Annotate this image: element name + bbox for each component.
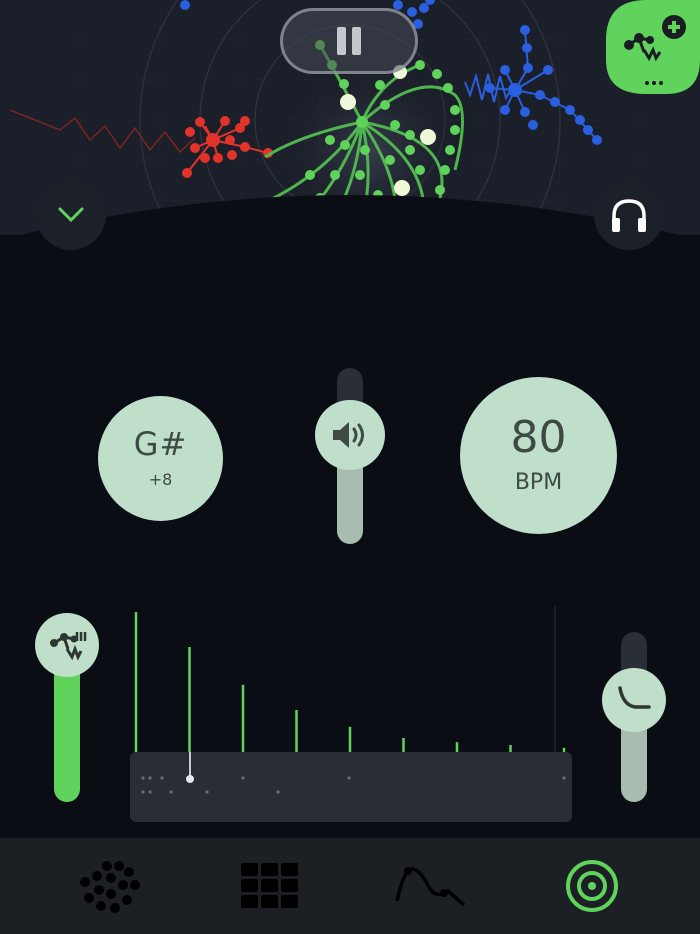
chevron-down-icon [58,207,84,223]
pause-button[interactable] [280,8,418,74]
harmonics-cursor-handle[interactable] [186,775,194,783]
speaker-icon [333,422,364,448]
add-network-button[interactable] [606,0,700,94]
pause-icon [337,27,361,55]
volume-knob[interactable] [315,400,385,470]
pitch-button[interactable]: G# +8 [98,396,223,521]
collapse-button[interactable] [36,180,106,250]
network-wave-icon [50,632,87,661]
curve-icon [394,867,465,907]
pitch-cents-label: +8 [148,470,173,489]
grid-icon [240,863,298,908]
pitch-note-label: G# [133,425,188,463]
harmonics-spectrum [130,606,572,822]
tempo-value-label: 80 [510,412,567,463]
tab-network[interactable] [22,838,197,934]
tab-grid[interactable] [182,838,357,934]
headphones-icon [612,199,646,232]
tempo-unit-label: BPM [514,470,563,495]
density-slider-fill [54,658,80,802]
decay-curve-icon [618,686,651,709]
tab-curve[interactable] [342,838,517,934]
tab-bar [0,838,700,934]
dots-cluster-icon [79,861,140,913]
headphones-button[interactable] [594,180,664,250]
tab-target[interactable] [504,838,679,934]
target-icon [565,860,618,912]
harmonics-panel[interactable] [130,606,572,822]
density-knob[interactable] [35,613,99,677]
tempo-button[interactable]: 80 BPM [460,377,617,534]
decay-knob[interactable] [602,668,666,732]
